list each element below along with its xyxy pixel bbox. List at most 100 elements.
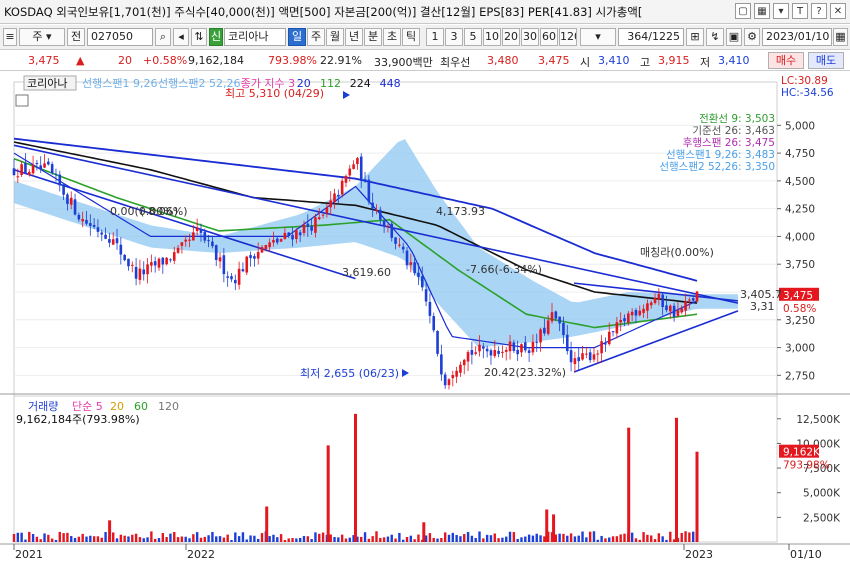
volume-bar-166	[646, 534, 649, 542]
arrows-icon[interactable]: ⇅	[191, 28, 207, 46]
volume-legend-2: 60	[134, 400, 148, 413]
candle-body-24	[104, 234, 107, 239]
volume-spike-4	[422, 522, 426, 542]
candle-body-39	[161, 257, 165, 265]
stock-code-input[interactable]: 027050	[87, 28, 153, 46]
candle-body-178	[691, 298, 695, 301]
candle-body-102	[401, 246, 405, 250]
candle-body-3	[24, 162, 27, 173]
candle-body-82	[325, 207, 329, 214]
period-tab-6[interactable]: 틱	[402, 28, 420, 46]
volume-bar-17	[77, 536, 81, 542]
buy-button[interactable]: 매수	[768, 52, 804, 69]
period-tab-5[interactable]: 초	[383, 28, 401, 46]
sell-button[interactable]: 매도	[808, 52, 844, 69]
price-tick-label-6: 4,250	[785, 204, 815, 216]
interval-tab-3[interactable]: 3	[445, 28, 463, 46]
volume-bar-151	[588, 531, 592, 542]
candle-body-104	[409, 262, 413, 265]
volume-bar-144	[562, 533, 565, 542]
volume-bar-81	[321, 532, 325, 542]
grid-icon[interactable]: ▦	[754, 3, 770, 19]
period-tab-3[interactable]: 년	[345, 28, 363, 46]
volume-bar-165	[642, 532, 645, 542]
candle-body-130	[508, 341, 512, 352]
interval-tab-60[interactable]: 60	[540, 28, 558, 46]
jeon-button[interactable]: 전	[67, 28, 85, 46]
candle-body-32	[134, 266, 138, 279]
volume-bar-171	[665, 539, 668, 542]
text-size-icon[interactable]: T	[792, 3, 808, 19]
interval-dropdown[interactable]: ▾	[580, 28, 616, 46]
candle-body-170	[661, 294, 664, 308]
count-field[interactable]: 364/1225	[618, 28, 684, 46]
volume-spike-5	[545, 509, 549, 542]
volume-bar-157	[611, 536, 615, 542]
list-icon[interactable]: ≡	[3, 28, 17, 46]
volume-bar-118	[463, 534, 466, 542]
candle-body-177	[688, 299, 691, 301]
period-tab-1[interactable]: 주	[307, 28, 325, 46]
legend-item-0: 선행스팬1 9,26	[82, 77, 157, 90]
help-icon[interactable]: ?	[811, 3, 827, 19]
search-icon[interactable]: ⌕	[155, 28, 171, 46]
candle-body-100	[394, 237, 397, 244]
candle-body-61	[245, 256, 249, 273]
interval-tab-1[interactable]: 1	[426, 28, 444, 46]
interval-tab-120[interactable]: 120	[559, 28, 577, 46]
volume-bar-60	[241, 532, 245, 542]
candle-body-105	[413, 262, 416, 274]
candle-body-141	[550, 312, 554, 322]
volume-bar-47	[192, 534, 195, 542]
volume-bar-35	[146, 537, 149, 542]
interval-tab-30[interactable]: 30	[521, 28, 539, 46]
candle-body-73	[291, 235, 294, 240]
date-field[interactable]: 2023/01/10	[762, 28, 832, 46]
volume-bar-104	[409, 535, 413, 542]
volume-bar-168	[653, 539, 657, 542]
settings-icon[interactable]: ▾	[773, 3, 789, 19]
interval-tab-20[interactable]: 20	[502, 28, 520, 46]
window-icon[interactable]: ▢	[735, 3, 751, 19]
candle-body-147	[573, 358, 577, 365]
volume-bar-48	[195, 532, 199, 542]
candle-body-56	[226, 276, 229, 278]
volume-bar-178	[691, 531, 695, 542]
ichimoku-label-3: 선행스팬1 9,26: 3,483	[666, 149, 775, 161]
stock-chart[interactable]: 2,7503,0003,2503,5003,7504,0004,2504,500…	[0, 72, 850, 566]
period-tab-0[interactable]: 일	[288, 28, 306, 46]
high-label: 고	[640, 56, 651, 69]
ruler-icon[interactable]: ⊞	[686, 28, 704, 46]
calendar-icon[interactable]: ▦	[833, 28, 848, 46]
interval-tab-5[interactable]: 5	[464, 28, 482, 46]
candle-body-168	[653, 297, 657, 304]
volume-bar-101	[398, 532, 401, 542]
interval-tab-10[interactable]: 10	[483, 28, 501, 46]
price-tick-label-1: 3,000	[785, 343, 815, 355]
candle-body-38	[157, 258, 161, 268]
candle-body-37	[153, 261, 157, 266]
period-tab-2[interactable]: 월	[326, 28, 344, 46]
period-tab-4[interactable]: 분	[364, 28, 382, 46]
candle-body-10	[50, 164, 54, 174]
volume-bar-132	[516, 538, 519, 542]
volume-bar-61	[245, 539, 248, 542]
speaker-icon[interactable]: ◂	[173, 28, 189, 46]
candle-body-156	[607, 331, 611, 345]
line-tool-icon[interactable]: ↯	[706, 28, 724, 46]
save-icon[interactable]: ▣	[726, 28, 742, 46]
candle-body-123	[482, 346, 485, 349]
gear-icon[interactable]: ⚙	[744, 28, 760, 46]
volume-bar-172	[669, 531, 672, 542]
volume-bar-173	[672, 539, 676, 542]
time-label-2: 2023	[685, 548, 713, 561]
mode-select[interactable]: 주 ▾	[19, 28, 65, 46]
volume-tick-label-1: 5,000K	[803, 488, 841, 500]
volume-bar-67	[268, 536, 271, 542]
candle-body-67	[268, 242, 271, 248]
candle-body-23	[100, 232, 104, 235]
volume-bar-123	[482, 538, 485, 542]
candle-body-28	[119, 244, 123, 255]
close-icon[interactable]: ✕	[830, 3, 846, 19]
volume-bar-76	[302, 536, 306, 542]
